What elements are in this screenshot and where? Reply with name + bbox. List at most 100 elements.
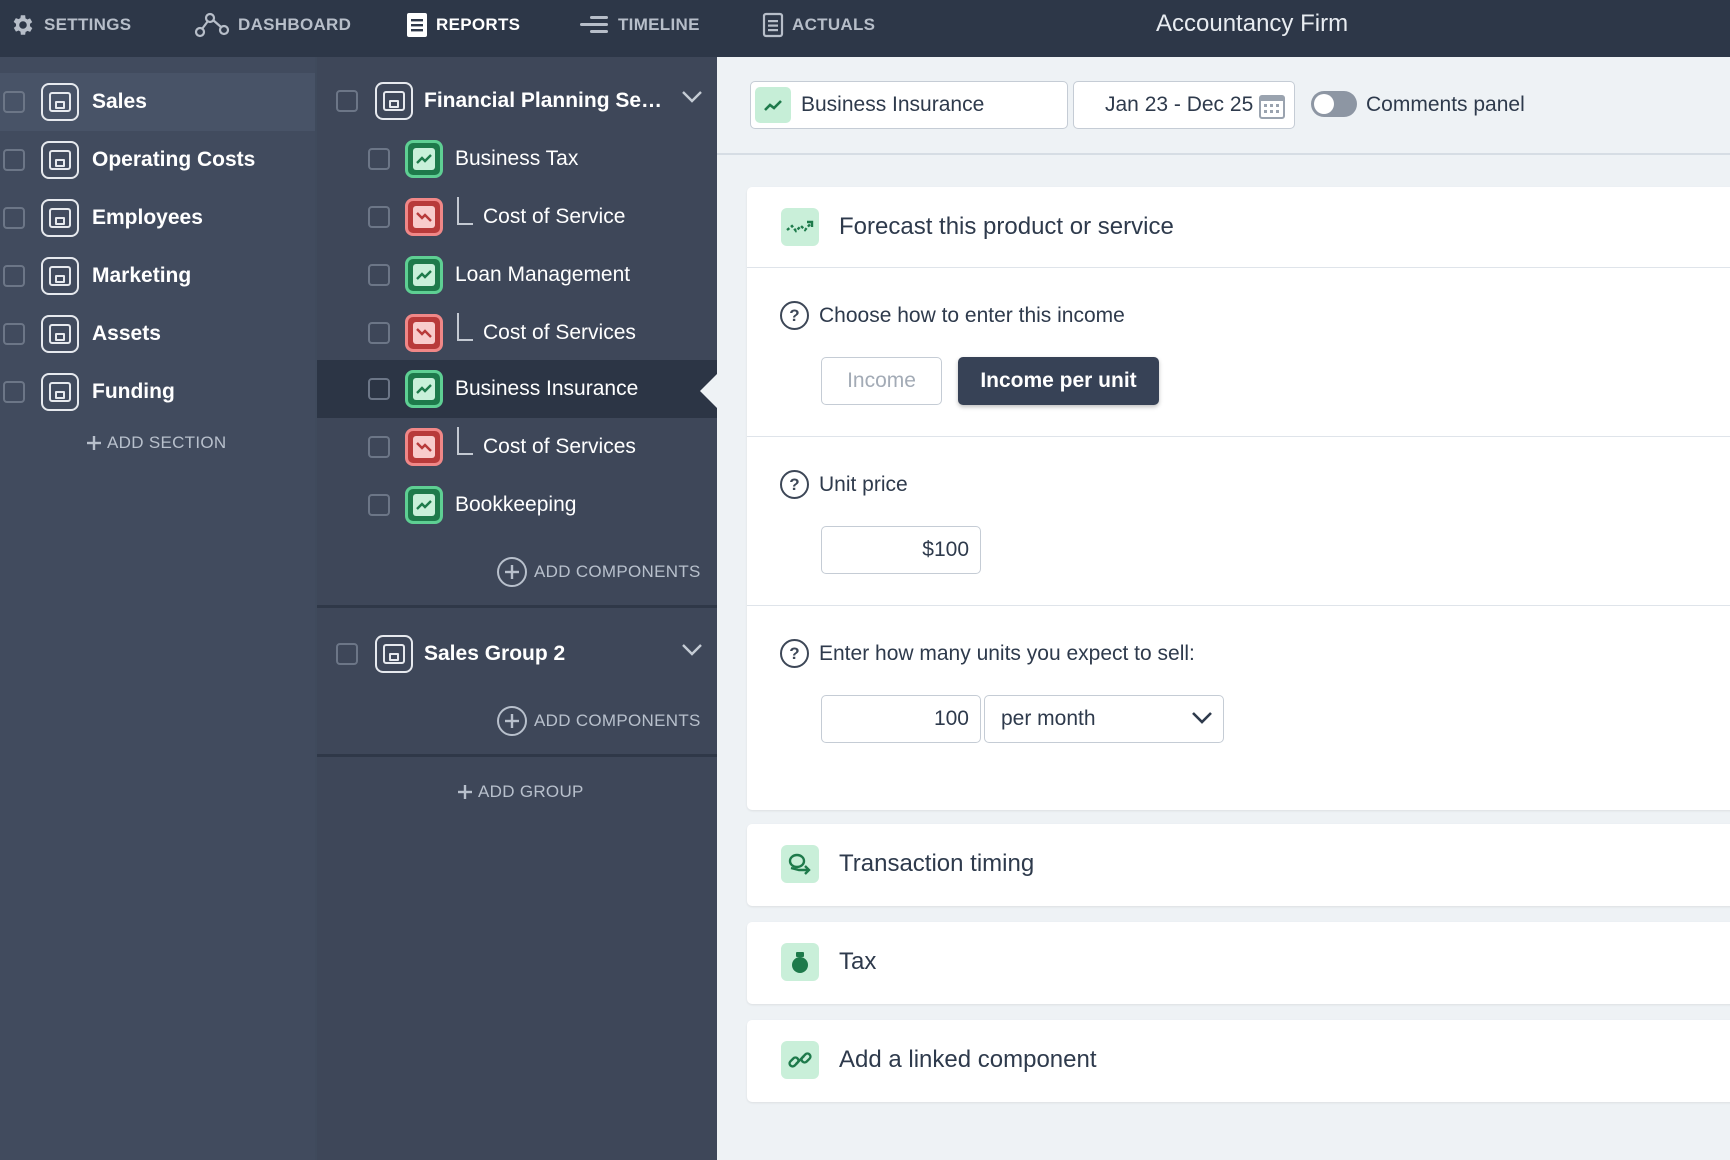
chevron-down-icon xyxy=(1192,712,1212,724)
section-label: Operating Costs xyxy=(92,148,256,171)
add-section-button[interactable]: ADD SECTION xyxy=(87,433,226,453)
nav-settings[interactable]: SETTINGS xyxy=(10,0,131,50)
forecast-trend-icon xyxy=(781,208,819,246)
section-label: Funding xyxy=(92,380,175,403)
money-bag-icon xyxy=(781,943,819,981)
group-divider xyxy=(317,754,717,757)
income-method-question: ? Choose how to enter this income xyxy=(780,301,1125,330)
plus-icon xyxy=(458,785,472,799)
sub-item-connector xyxy=(457,197,473,225)
report-icon xyxy=(407,13,427,37)
folder-icon xyxy=(41,141,79,179)
income-method-label: Choose how to enter this income xyxy=(819,303,1125,327)
nav-timeline-label: TIMELINE xyxy=(618,15,700,34)
section-checkbox[interactable] xyxy=(3,265,25,287)
transaction-timing-card[interactable]: Transaction timing xyxy=(747,824,1730,906)
linked-component-title: Add a linked component xyxy=(839,1046,1097,1073)
transaction-timing-header[interactable]: Transaction timing xyxy=(747,824,1730,904)
add-group-button[interactable]: ADD GROUP xyxy=(458,782,584,802)
linked-component-header[interactable]: Add a linked component xyxy=(747,1020,1730,1100)
chevron-down-icon[interactable] xyxy=(681,643,703,657)
section-item-operating-costs[interactable]: Operating Costs xyxy=(0,131,315,189)
section-item-marketing[interactable]: Marketing xyxy=(0,247,315,305)
components-column: Financial Planning Ser... Business Tax C… xyxy=(317,57,717,1160)
section-checkbox[interactable] xyxy=(3,323,25,345)
main-panel: Business Insurance Jan 23 - Dec 25 Comme… xyxy=(717,57,1730,1160)
forecast-card-header[interactable]: Forecast this product or service xyxy=(747,187,1730,267)
component-row[interactable]: Cost of Service xyxy=(317,188,717,246)
component-label: Bookkeeping xyxy=(455,493,577,516)
component-checkbox[interactable] xyxy=(368,378,390,400)
help-icon[interactable]: ? xyxy=(780,639,809,668)
units-input[interactable]: 100 xyxy=(821,695,981,743)
section-item-assets[interactable]: Assets xyxy=(0,305,315,363)
comments-toggle[interactable] xyxy=(1311,91,1357,117)
component-checkbox[interactable] xyxy=(368,436,390,458)
help-icon[interactable]: ? xyxy=(780,301,809,330)
nav-dashboard-label: DASHBOARD xyxy=(238,15,352,34)
component-row[interactable]: Cost of Services xyxy=(317,418,717,476)
component-row[interactable]: Bookkeeping xyxy=(317,476,717,534)
tax-card[interactable]: Tax xyxy=(747,922,1730,1004)
frequency-select[interactable]: per month xyxy=(984,695,1224,743)
forecast-card: Forecast this product or service ? Choos… xyxy=(747,187,1730,810)
nav-timeline[interactable]: TIMELINE xyxy=(580,0,700,50)
component-label: Loan Management xyxy=(455,263,631,286)
folder-icon xyxy=(375,635,413,673)
section-item-sales[interactable]: Sales xyxy=(0,73,315,131)
section-checkbox[interactable] xyxy=(3,91,25,113)
section-checkbox[interactable] xyxy=(3,381,25,403)
linked-component-card[interactable]: Add a linked component xyxy=(747,1020,1730,1102)
component-label: Cost of Service xyxy=(483,205,626,228)
unit-price-label: Unit price xyxy=(819,472,908,496)
component-selector[interactable]: Business Insurance xyxy=(750,81,1068,129)
app-title: Accountancy Firm xyxy=(1156,10,1349,37)
group-header[interactable]: Financial Planning Ser... xyxy=(317,72,717,130)
nav-actuals[interactable]: ACTUALS xyxy=(762,0,875,50)
group-checkbox[interactable] xyxy=(336,90,358,112)
date-range-picker[interactable]: Jan 23 - Dec 25 xyxy=(1073,81,1295,129)
add-components-button[interactable]: ADD COMPONENTS xyxy=(496,705,701,737)
nav-reports[interactable]: REPORTS xyxy=(406,0,520,50)
component-label: Cost of Services xyxy=(483,435,636,458)
section-checkbox[interactable] xyxy=(3,149,25,171)
add-components-button[interactable]: ADD COMPONENTS xyxy=(496,556,701,588)
tax-header[interactable]: Tax xyxy=(747,922,1730,1002)
income-option-button[interactable]: Income xyxy=(821,357,942,405)
folder-icon xyxy=(41,257,79,295)
component-checkbox[interactable] xyxy=(368,322,390,344)
income-per-unit-option-button[interactable]: Income per unit xyxy=(958,357,1159,405)
income-trend-icon xyxy=(755,87,791,123)
group-header[interactable]: Sales Group 2 xyxy=(317,625,717,683)
date-range-value: Jan 23 - Dec 25 xyxy=(1105,93,1254,116)
section-checkbox[interactable] xyxy=(3,207,25,229)
link-icon xyxy=(781,1041,819,1079)
comments-toggle-label: Comments panel xyxy=(1366,93,1525,116)
component-row-selected[interactable]: Business Insurance xyxy=(317,360,717,418)
component-label: Business Tax xyxy=(455,147,579,170)
frequency-select-value: per month xyxy=(1001,707,1096,730)
group-checkbox[interactable] xyxy=(336,643,358,665)
component-row[interactable]: Business Tax xyxy=(317,130,717,188)
nav-dashboard[interactable]: DASHBOARD xyxy=(194,0,351,50)
toolbar-divider xyxy=(717,153,1730,155)
nav-settings-label: SETTINGS xyxy=(44,15,132,34)
component-row[interactable]: Cost of Services xyxy=(317,304,717,362)
section-item-employees[interactable]: Employees xyxy=(0,189,315,247)
calendar-icon[interactable] xyxy=(1258,92,1286,120)
gear-icon xyxy=(13,15,33,35)
section-label: Marketing xyxy=(92,264,192,287)
component-checkbox[interactable] xyxy=(368,494,390,516)
units-label: Enter how many units you expect to sell: xyxy=(819,641,1195,665)
help-icon[interactable]: ? xyxy=(780,470,809,499)
component-row[interactable]: Loan Management xyxy=(317,246,717,304)
folder-icon xyxy=(41,315,79,353)
network-icon xyxy=(194,12,230,38)
component-checkbox[interactable] xyxy=(368,148,390,170)
forecast-card-title: Forecast this product or service xyxy=(839,213,1174,240)
chevron-down-icon[interactable] xyxy=(681,90,703,104)
section-item-funding[interactable]: Funding xyxy=(0,363,315,421)
component-checkbox[interactable] xyxy=(368,206,390,228)
unit-price-input[interactable]: $100 xyxy=(821,526,981,574)
component-checkbox[interactable] xyxy=(368,264,390,286)
